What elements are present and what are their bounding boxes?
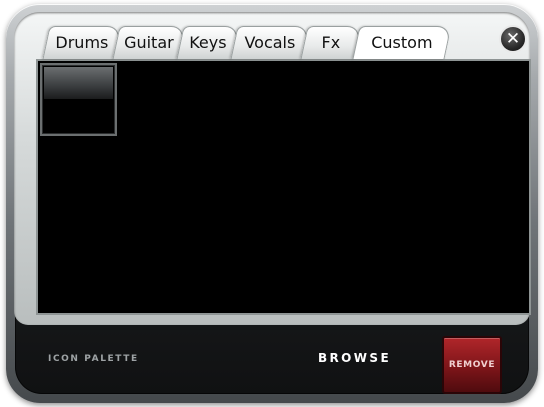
tab-label: Drums [55,33,109,52]
remove-button[interactable]: REMOVE [442,336,502,394]
tab-drums[interactable]: Drums [42,26,122,59]
icon-slot[interactable] [40,63,117,136]
icon-slot-highlight [44,67,113,99]
tab-label: Fx [321,33,341,52]
browse-button[interactable]: BROWSE [318,351,391,365]
remove-button-label: REMOVE [448,360,496,370]
palette-title: ICON PALETTE [48,354,139,364]
icon-grid-panel [36,59,531,315]
tab-custom[interactable]: Custom [352,26,452,59]
tab-vocals[interactable]: Vocals [230,26,310,59]
close-button[interactable]: ✕ [499,25,527,53]
tab-label: Keys [189,33,227,52]
tab-keys[interactable]: Keys [176,26,240,59]
tab-label: Custom [371,33,433,52]
close-icon: ✕ [505,28,521,49]
category-tabs: Drums Guitar Keys Vocals Fx Custom [42,26,452,59]
tab-label: Guitar [124,33,174,52]
tab-label: Vocals [244,33,296,52]
tab-guitar[interactable]: Guitar [112,26,186,59]
